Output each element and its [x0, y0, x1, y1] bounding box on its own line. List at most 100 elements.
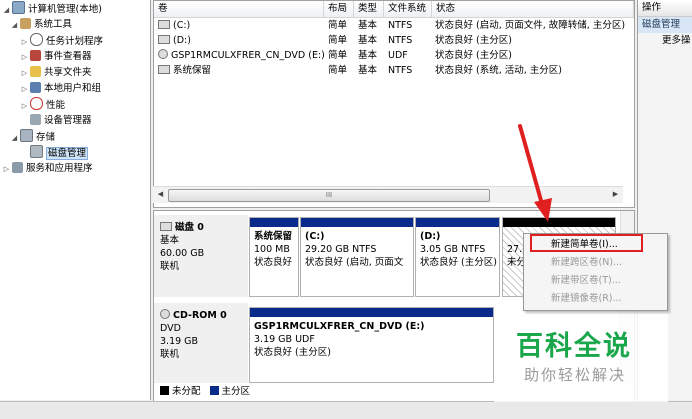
menu-item-new-spanned-volume[interactable]: 新建跨区卷(N)... — [527, 254, 662, 271]
expand-icon[interactable]: ▷ — [20, 50, 29, 65]
column-header-volume[interactable]: 卷 — [154, 1, 324, 17]
volume-filesystem: NTFS — [388, 35, 413, 46]
partition-c[interactable]: (C:) 29.20 GB NTFS 状态良好 (启动, 页面文 — [300, 217, 414, 297]
volume-icon — [158, 65, 170, 74]
volume-name: GSP1RMCULXFRER_CN_DVD (E:) — [171, 50, 325, 61]
tree-item-label: 计算机管理(本地) — [28, 4, 102, 15]
cdrom-0-info[interactable]: CD-ROM 0 DVD 3.19 GB 联机 — [154, 303, 248, 383]
partition-name: (C:) — [305, 231, 325, 242]
partition-size: 3.05 GB NTFS — [420, 244, 486, 255]
dvd-icon — [158, 49, 168, 59]
tree-item-storage[interactable]: ◢ 存储 — [10, 129, 55, 144]
actions-header: 操作 — [638, 0, 692, 17]
column-header-status[interactable]: 状态 — [432, 1, 634, 17]
tree-item-label: 存储 — [36, 132, 56, 143]
volume-icon — [158, 20, 170, 29]
partition-size: 29.20 GB NTFS — [305, 244, 377, 255]
actions-section-disk-management[interactable]: 磁盘管理 — [638, 17, 692, 33]
volume-layout: 简单 — [328, 65, 348, 76]
legend: 未分配 主分区 — [154, 385, 250, 399]
volume-status: 状态良好 (启动, 页面文件, 故障转储, 主分区) — [435, 20, 626, 31]
volume-type: 基本 — [358, 35, 378, 46]
tree-item-task-scheduler[interactable]: ▷ 任务计划程序 — [20, 33, 103, 48]
watermark-subtitle: 助你轻松解决 — [524, 366, 627, 384]
tree-item-local-users-groups[interactable]: ▷ 本地用户和组 — [20, 81, 101, 96]
disk-kind: 基本 — [160, 235, 180, 246]
volume-status: 状态良好 (主分区) — [435, 35, 512, 46]
tree-item-label: 设备管理器 — [44, 115, 92, 126]
volume-row[interactable]: 系统保留 简单 基本 NTFS 状态良好 (系统, 活动, 主分区) — [154, 63, 634, 78]
volume-name: (C:) — [173, 20, 191, 31]
expand-icon[interactable]: ▷ — [20, 82, 29, 97]
scroll-left-icon[interactable]: ◀ — [153, 187, 168, 202]
disk-0-info[interactable]: 磁盘 0 基本 60.00 GB 联机 — [154, 215, 248, 297]
tree-item-services-applications[interactable]: ▷ 服务和应用程序 — [2, 161, 93, 176]
expand-icon[interactable]: ▷ — [2, 162, 11, 177]
disk-kind: DVD — [160, 323, 181, 334]
disk-size: 3.19 GB — [160, 336, 199, 347]
tree-item-disk-management[interactable]: 磁盘管理 — [20, 145, 89, 160]
tree-item-label: 性能 — [46, 100, 66, 111]
volume-row[interactable]: (C:) 简单 基本 NTFS 状态良好 (启动, 页面文件, 故障转储, 主分… — [154, 18, 634, 33]
tree-item-label: 本地用户和组 — [44, 83, 102, 94]
disk-icon — [160, 222, 172, 231]
tree-item-performance[interactable]: ▷ 性能 — [20, 97, 65, 112]
expand-icon[interactable]: ▷ — [20, 66, 29, 81]
annotation-arrow-icon — [518, 124, 552, 222]
tools-icon — [20, 18, 31, 29]
volume-type: 基本 — [358, 65, 378, 76]
partition-name: 系统保留 — [254, 231, 293, 242]
tree-item-label: 事件查看器 — [44, 51, 92, 62]
collapse-icon[interactable]: ◢ — [10, 131, 19, 146]
cdrom-icon — [160, 309, 170, 319]
tree-item-label: 任务计划程序 — [46, 36, 104, 47]
tree-item-system-tools[interactable]: ◢ 系统工具 — [10, 17, 72, 32]
partition-status: 状态良好 — [254, 257, 293, 268]
volume-layout: 简单 — [328, 35, 348, 46]
partition-system-reserved[interactable]: 系统保留 100 MB 状态良好 — [249, 217, 299, 297]
partition-status: 状态良好 (主分区) — [420, 257, 497, 268]
volume-layout: 简单 — [328, 50, 348, 61]
watermark-title: 百科全说 — [516, 331, 632, 362]
volume-filesystem: UDF — [388, 50, 408, 61]
tree-item-computer-management[interactable]: ◢ 计算机管理(本地) — [2, 1, 102, 16]
expand-icon[interactable]: ▷ — [20, 99, 29, 114]
column-header-type[interactable]: 类型 — [354, 1, 384, 17]
partition-name: GSP1RMCULXFRER_CN_DVD (E:) — [254, 321, 425, 332]
legend-swatch-primary — [209, 386, 219, 395]
column-header-row: 卷 布局 类型 文件系统 状态 — [154, 1, 634, 18]
tree-item-event-viewer[interactable]: ▷ 事件查看器 — [20, 49, 92, 64]
legend-label: 未分配 — [172, 386, 201, 397]
disk-state: 联机 — [160, 261, 180, 272]
scrollbar-thumb[interactable]: III — [168, 189, 490, 202]
partition-name: (D:) — [420, 231, 441, 242]
disk-size: 60.00 GB — [160, 248, 205, 259]
partition-dvd-e[interactable]: GSP1RMCULXFRER_CN_DVD (E:) 3.19 GB UDF 状态良… — [249, 307, 494, 383]
volume-row[interactable]: (D:) 简单 基本 NTFS 状态良好 (主分区) — [154, 33, 634, 48]
volume-status: 状态良好 (主分区) — [435, 50, 512, 61]
partition-d[interactable]: (D:) 3.05 GB NTFS 状态良好 (主分区) — [415, 217, 500, 297]
tree-item-label: 磁盘管理 — [46, 147, 89, 160]
device-manager-icon — [30, 114, 41, 125]
volume-row[interactable]: GSP1RMCULXFRER_CN_DVD (E:) 简单 基本 UDF 状态良… — [154, 48, 634, 63]
volume-filesystem: NTFS — [388, 20, 413, 31]
partition-size: 3.19 GB UDF — [254, 334, 315, 345]
navigation-tree: ◢ 计算机管理(本地) ◢ 系统工具 ▷ 任务计划程序 ▷ 事件查看器 ▷ 共享文件夹 ▷… — [0, 0, 151, 400]
collapse-icon[interactable]: ◢ — [10, 18, 19, 33]
tree-item-label: 系统工具 — [34, 19, 73, 30]
menu-item-new-striped-volume[interactable]: 新建带区卷(T)... — [527, 272, 662, 289]
expand-icon[interactable]: ▷ — [20, 35, 29, 50]
more-actions-link[interactable]: 更多操 — [638, 33, 692, 49]
legend-swatch-unallocated — [160, 386, 169, 395]
services-icon — [12, 162, 23, 173]
collapse-icon[interactable]: ◢ — [2, 3, 11, 18]
tree-item-device-manager[interactable]: 设备管理器 — [20, 113, 92, 128]
volume-icon — [158, 35, 170, 44]
tree-item-shared-folders[interactable]: ▷ 共享文件夹 — [20, 65, 92, 80]
menu-item-new-mirrored-volume[interactable]: 新建镜像卷(R)... — [527, 290, 662, 307]
column-header-layout[interactable]: 布局 — [324, 1, 354, 17]
volume-filesystem: NTFS — [388, 65, 413, 76]
scroll-right-icon[interactable]: ▶ — [608, 187, 623, 202]
column-header-filesystem[interactable]: 文件系统 — [384, 1, 432, 17]
clock-icon — [30, 33, 43, 46]
